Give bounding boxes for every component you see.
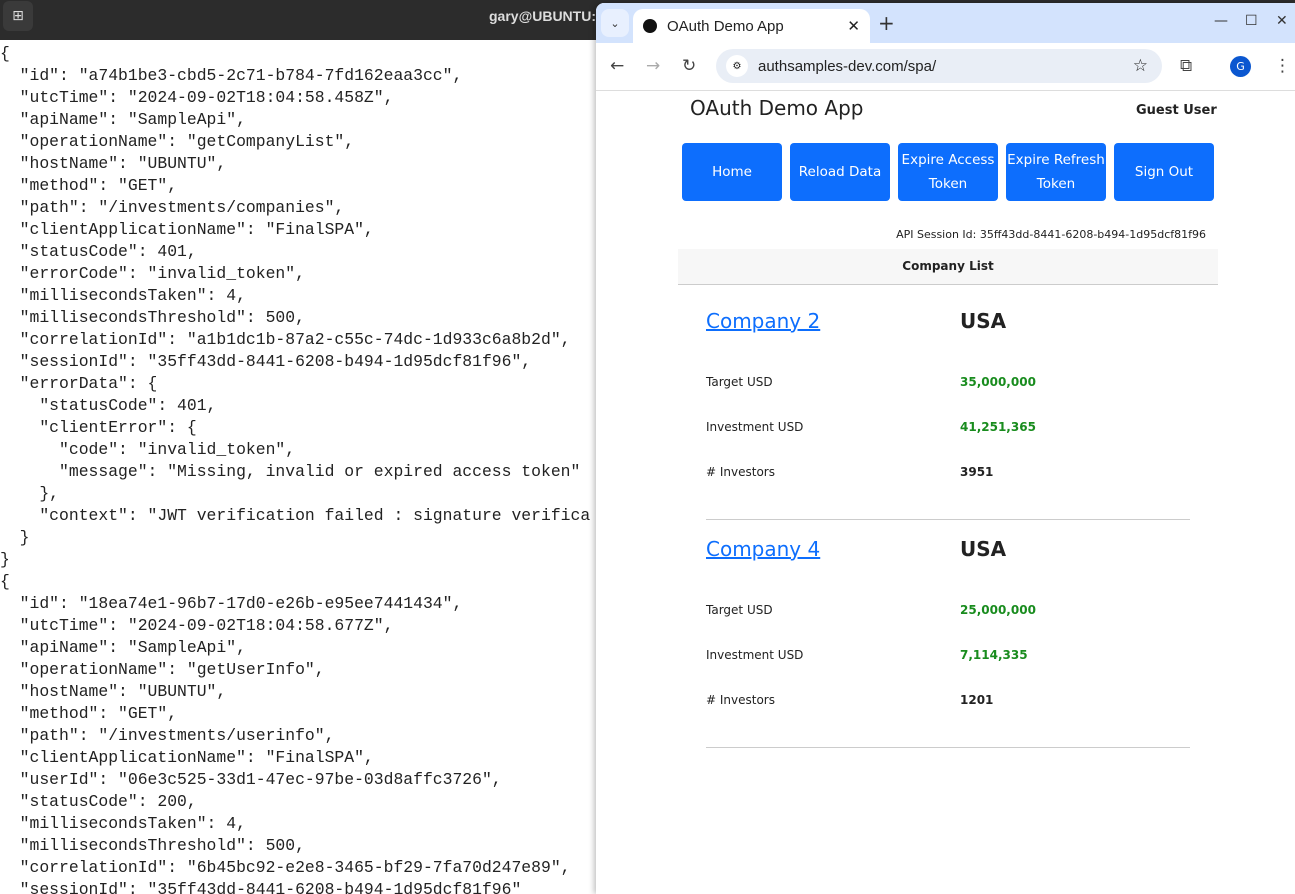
terminal-line: "utcTime": "2024-09-02T18:04:58.677Z", bbox=[0, 616, 394, 635]
terminal-line: "errorCode": "invalid_token", bbox=[0, 264, 305, 283]
terminal-line: "millisecondsTaken": 4, bbox=[0, 814, 246, 833]
back-icon[interactable]: ← bbox=[610, 56, 624, 76]
terminal-line: "statusCode": 401, bbox=[0, 396, 217, 415]
terminal-line: "statusCode": 401, bbox=[0, 242, 197, 261]
terminal-line: }, bbox=[0, 484, 60, 503]
home-button[interactable]: Home bbox=[682, 143, 782, 201]
terminal-line: "correlationId": "a1b1dc1b-87a2-c55c-74d… bbox=[0, 330, 571, 349]
investment-label: Investment USD bbox=[706, 648, 804, 662]
minimize-button[interactable]: — bbox=[1214, 13, 1228, 29]
target-value: 25,000,000 bbox=[960, 603, 1036, 617]
investment-label: Investment USD bbox=[706, 420, 804, 434]
terminal-line: "message": "Missing, invalid or expired … bbox=[0, 462, 581, 481]
forward-icon[interactable]: → bbox=[646, 56, 660, 76]
divider bbox=[706, 747, 1190, 748]
terminal-line: "apiName": "SampleApi", bbox=[0, 638, 246, 657]
investors-label: # Investors bbox=[706, 465, 775, 479]
terminal-title: gary@UBUNTU: bbox=[489, 8, 596, 24]
terminal-line: "errorData": { bbox=[0, 374, 158, 393]
terminal-line: "path": "/investments/companies", bbox=[0, 198, 345, 217]
tab-strip: ⌄ OAuth Demo App ✕ + — ☐ ✕ bbox=[596, 3, 1295, 43]
divider bbox=[706, 519, 1190, 520]
terminal-line: "millisecondsThreshold": 500, bbox=[0, 836, 305, 855]
favicon-icon bbox=[643, 19, 657, 33]
terminal-line: { bbox=[0, 44, 10, 63]
site-settings-icon[interactable]: ⚙ bbox=[726, 55, 748, 77]
terminal-line: "operationName": "getUserInfo", bbox=[0, 660, 325, 679]
bookmark-star-icon[interactable]: ☆ bbox=[1133, 56, 1148, 76]
terminal-line: "method": "GET", bbox=[0, 176, 178, 195]
extensions-icon[interactable]: ⧉ bbox=[1180, 56, 1192, 76]
terminal-line: { bbox=[0, 572, 10, 591]
terminal-line: } bbox=[0, 528, 30, 547]
terminal-line: "context": "JWT verification failed : si… bbox=[0, 506, 591, 525]
terminal-line: "utcTime": "2024-09-02T18:04:58.458Z", bbox=[0, 88, 394, 107]
company-list-header: Company List bbox=[678, 249, 1218, 285]
target-label: Target USD bbox=[706, 603, 773, 617]
terminal-output[interactable]: { "id": "a74b1be3-cbd5-2c71-b784-7fd162e… bbox=[0, 40, 600, 894]
company-link[interactable]: Company 4 bbox=[706, 537, 820, 561]
terminal-line: "code": "invalid_token", bbox=[0, 440, 296, 459]
company-country: USA bbox=[960, 309, 1007, 333]
terminal-line: "hostName": "UBUNTU", bbox=[0, 682, 227, 701]
close-window-button[interactable]: ✕ bbox=[1276, 13, 1288, 29]
company-link[interactable]: Company 2 bbox=[706, 309, 820, 333]
new-tab-button[interactable]: + bbox=[878, 11, 895, 35]
browser-window: ⌄ OAuth Demo App ✕ + — ☐ ✕ ← → ↻ ⚙ auths… bbox=[596, 3, 1295, 894]
terminal-line: "clientError": { bbox=[0, 418, 197, 437]
browser-toolbar: ← → ↻ ⚙ authsamples-dev.com/spa/ ☆ ⧉ G ⋮ bbox=[596, 43, 1295, 91]
terminal-line: "statusCode": 200, bbox=[0, 792, 197, 811]
terminal-line: "userId": "06e3c525-33d1-47ec-97be-03d8a… bbox=[0, 770, 502, 789]
investors-value: 1201 bbox=[960, 693, 994, 707]
expire-refresh-token-button[interactable]: Expire Refresh Token bbox=[1006, 143, 1106, 201]
app-title: OAuth Demo App bbox=[690, 96, 864, 120]
web-page: OAuth Demo App Guest User Home Reload Da… bbox=[596, 91, 1295, 894]
investors-label: # Investors bbox=[706, 693, 775, 707]
target-value: 35,000,000 bbox=[960, 375, 1036, 389]
investment-value: 7,114,335 bbox=[960, 648, 1028, 662]
terminal-line: "method": "GET", bbox=[0, 704, 178, 723]
terminal-line: "correlationId": "6b45bc92-e2e8-3465-bf2… bbox=[0, 858, 571, 877]
sign-out-button[interactable]: Sign Out bbox=[1114, 143, 1214, 201]
terminal-line: "id": "a74b1be3-cbd5-2c71-b784-7fd162eaa… bbox=[0, 66, 463, 85]
target-label: Target USD bbox=[706, 375, 773, 389]
expire-access-token-button[interactable]: Expire Access Token bbox=[898, 143, 998, 201]
company-country: USA bbox=[960, 537, 1007, 561]
terminal-line: "sessionId": "35ff43dd-8441-6208-b494-1d… bbox=[0, 880, 522, 894]
new-tab-icon: ⊞ bbox=[12, 8, 24, 24]
browser-tab[interactable]: OAuth Demo App ✕ bbox=[633, 9, 870, 43]
user-name: Guest User bbox=[1136, 103, 1217, 118]
tab-title: OAuth Demo App bbox=[667, 17, 784, 35]
api-session-id: API Session Id: 35ff43dd-8441-6208-b494-… bbox=[896, 228, 1206, 241]
maximize-button[interactable]: ☐ bbox=[1245, 13, 1258, 29]
investors-value: 3951 bbox=[960, 465, 994, 479]
reload-icon[interactable]: ↻ bbox=[682, 56, 696, 76]
terminal-line: "hostName": "UBUNTU", bbox=[0, 154, 227, 173]
terminal-line: "apiName": "SampleApi", bbox=[0, 110, 246, 129]
terminal-line: "millisecondsTaken": 4, bbox=[0, 286, 246, 305]
tab-search-button[interactable]: ⌄ bbox=[601, 9, 629, 37]
terminal-line: } bbox=[0, 550, 10, 569]
terminal-line: "path": "/investments/userinfo", bbox=[0, 726, 335, 745]
terminal-line: "millisecondsThreshold": 500, bbox=[0, 308, 305, 327]
reload-data-button[interactable]: Reload Data bbox=[790, 143, 890, 201]
profile-avatar[interactable]: G bbox=[1230, 56, 1251, 77]
terminal-line: "clientApplicationName": "FinalSPA", bbox=[0, 220, 374, 239]
terminal-line: "id": "18ea74e1-96b7-17d0-e26b-e95ee7441… bbox=[0, 594, 463, 613]
terminal-line: "sessionId": "35ff43dd-8441-6208-b494-1d… bbox=[0, 352, 532, 371]
terminal-new-tab-button[interactable]: ⊞ bbox=[3, 1, 33, 31]
close-tab-icon[interactable]: ✕ bbox=[847, 17, 860, 35]
terminal-line: "operationName": "getCompanyList", bbox=[0, 132, 355, 151]
terminal-line: "clientApplicationName": "FinalSPA", bbox=[0, 748, 374, 767]
address-bar[interactable]: ⚙ authsamples-dev.com/spa/ ☆ bbox=[716, 49, 1162, 83]
menu-kebab-icon[interactable]: ⋮ bbox=[1274, 56, 1291, 76]
url-text[interactable]: authsamples-dev.com/spa/ bbox=[758, 58, 1133, 75]
investment-value: 41,251,365 bbox=[960, 420, 1036, 434]
